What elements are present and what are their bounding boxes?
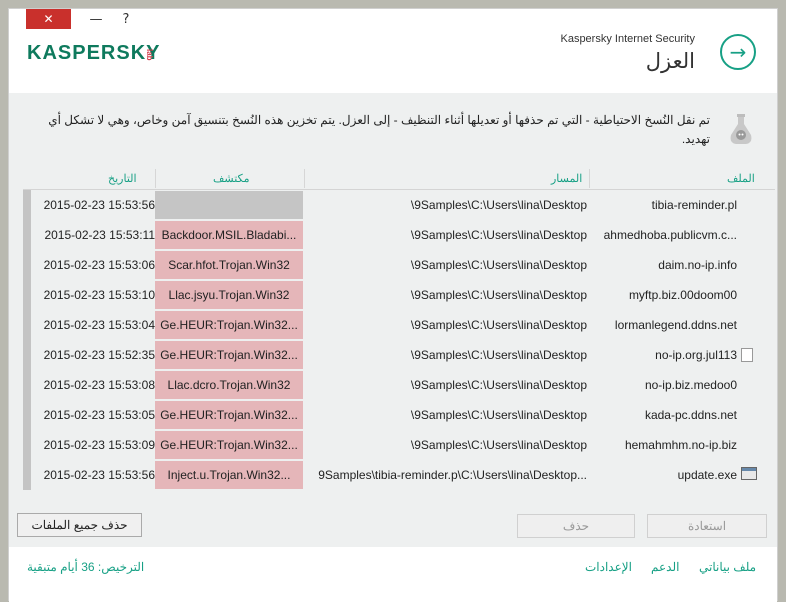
- row-selection-bar: [23, 190, 31, 220]
- row-selection-bar: [23, 250, 31, 280]
- row-detector: Ge.HEUR:Trojan.Win32...: [155, 311, 303, 339]
- row-detector: Llac.dcro.Trojan.Win32: [155, 371, 303, 399]
- table-body: 2015-02-23 15:53:56 \9Samples\C:\Users\li…: [23, 189, 775, 490]
- app-title: Kaspersky Internet Security: [560, 33, 695, 45]
- restore-button[interactable]: استعادة: [647, 514, 767, 538]
- table-row[interactable]: 2015-02-23 15:53:05 Ge.HEUR:Trojan.Win32.…: [23, 400, 775, 430]
- row-file-name: update.exe: [677, 468, 737, 482]
- row-detector: Ge.HEUR:Trojan.Win32...: [155, 431, 303, 459]
- row-detector: Llac.jsyu.Trojan.Win32: [155, 281, 303, 309]
- row-file-name: myftp.biz.00doom00: [628, 288, 737, 302]
- row-date: 2015-02-23 15:53:08: [43, 378, 155, 392]
- row-path: \9Samples\C:\Users\lina\Desktop: [410, 318, 587, 332]
- row-detector: Ge.HEUR:Trojan.Win32...: [155, 341, 303, 369]
- arrow-right-icon: →: [729, 40, 747, 64]
- row-date: 2015-02-23 15:53:04: [43, 318, 155, 332]
- row-file-name: kada-pc.ddns.net: [644, 408, 737, 422]
- row-detector: [155, 191, 303, 219]
- row-selection-bar: [23, 280, 31, 310]
- row-date: 2015-02-23 15:53:09: [43, 438, 155, 452]
- row-detector: Inject.u.Trojan.Win32...: [155, 461, 303, 489]
- license-days-remaining[interactable]: الترخيص: 36 أيام متبقية: [27, 560, 144, 574]
- info-message: تم نقل النُسخ الاحتياطية - التي تم حذفها…: [48, 113, 710, 146]
- row-date: 2015-02-23 15:53:56: [43, 468, 155, 482]
- row-file-name: no-ip.org.jul113: [655, 348, 737, 362]
- table-row[interactable]: 2015-02-23 15:53:10 Llac.jsyu.Trojan.Win3…: [23, 280, 775, 310]
- row-selection-bar: [23, 400, 31, 430]
- row-date: 2015-02-23 15:53:10: [43, 288, 155, 302]
- quarantine-content: تم نقل النُسخ الاحتياطية - التي تم حذفها…: [9, 93, 777, 547]
- row-date: 2015-02-23 15:53:06: [43, 258, 155, 272]
- row-detector: Backdoor.MSIL.Bladabi...: [155, 221, 303, 249]
- table-header: التاريخ مكتشف المسار الملف: [23, 169, 775, 189]
- table-row[interactable]: 2015-02-23 15:53:04 Ge.HEUR:Trojan.Win32.…: [23, 310, 775, 340]
- column-divider[interactable]: [589, 169, 590, 188]
- minimize-button[interactable]: —: [87, 9, 105, 29]
- kaspersky-lab-logo: lab: [145, 49, 154, 61]
- footer: الترخيص: 36 أيام متبقية الإعدادات الدعم …: [9, 547, 777, 602]
- table-row[interactable]: 2015-02-23 15:53:56 Inject.u.Trojan.Win32…: [23, 460, 775, 490]
- document-icon: [741, 348, 753, 362]
- column-divider[interactable]: [304, 169, 305, 188]
- help-button[interactable]: ?: [119, 9, 133, 29]
- row-selection-bar: [23, 430, 31, 460]
- column-header-date[interactable]: التاريخ: [108, 172, 137, 185]
- row-path: \9Samples\C:\Users\lina\Desktop: [410, 408, 587, 422]
- row-path: \9Samples\C:\Users\lina\Desktop: [410, 258, 587, 272]
- row-selection-bar: [23, 460, 31, 490]
- row-date: 2015-02-23 15:52:35: [43, 348, 155, 362]
- row-file-name: no-ip.biz.medoo0: [644, 378, 737, 392]
- row-file-name: lormanlegend.ddns.net: [614, 318, 737, 332]
- row-selection-bar: [23, 220, 31, 250]
- row-file-name: daim.no-ip.info: [658, 258, 737, 272]
- column-divider[interactable]: [155, 169, 156, 188]
- row-selection-bar: [23, 340, 31, 370]
- row-path: 9Samples\tibia-reminder.p\C:\Users\lina\…: [318, 468, 587, 482]
- row-selection-bar: [23, 370, 31, 400]
- row-path: \9Samples\C:\Users\lina\Desktop: [410, 378, 587, 392]
- table-row[interactable]: 2015-02-23 15:53:09 Ge.HEUR:Trojan.Win32.…: [23, 430, 775, 460]
- row-date: 2015-02-23 15:53:56: [43, 198, 155, 212]
- row-path: \9Samples\C:\Users\lina\Desktop: [410, 438, 587, 452]
- row-detector: Ge.HEUR:Trojan.Win32...: [155, 401, 303, 429]
- column-header-path[interactable]: المسار: [551, 172, 582, 185]
- support-link[interactable]: الدعم: [651, 560, 679, 574]
- forward-arrow-button[interactable]: →: [720, 34, 756, 70]
- row-date: 2015-02-23 15:53:05: [43, 408, 155, 422]
- row-path: \9Samples\C:\Users\lina\Desktop: [410, 228, 587, 242]
- row-detector: Scar.hfot.Trojan.Win32: [155, 251, 303, 279]
- column-header-file[interactable]: الملف: [727, 172, 755, 185]
- row-file-name: ahmedhoba.publicvm.c...: [603, 228, 737, 242]
- row-file-name: tibia-reminder.pl: [651, 198, 737, 212]
- page-title: العزل: [645, 50, 695, 73]
- row-file-name: hemahmhm.no-ip.biz: [624, 438, 737, 452]
- close-button[interactable]: ✕: [26, 9, 71, 29]
- table-row[interactable]: 2015-02-23 15:52:35 Ge.HEUR:Trojan.Win32.…: [23, 340, 775, 370]
- column-header-detector[interactable]: مكتشف: [213, 172, 250, 185]
- quarantine-table: التاريخ مكتشف المسار الملف 2015-02-23 15…: [23, 169, 775, 490]
- row-path: \9Samples\C:\Users\lina\Desktop: [410, 348, 587, 362]
- row-path: \9Samples\C:\Users\lina\Desktop: [410, 288, 587, 302]
- kaspersky-logo: KASPERSKY: [27, 42, 161, 64]
- row-date: 2015-02-23 15:53:11: [44, 228, 155, 242]
- row-selection-bar: [23, 310, 31, 340]
- row-path: \9Samples\C:\Users\lina\Desktop: [410, 198, 587, 212]
- delete-all-files-button[interactable]: حذف جميع الملفات: [17, 513, 142, 537]
- my-profile-link[interactable]: ملف بياناتي: [699, 560, 756, 574]
- table-row[interactable]: 2015-02-23 15:53:11 Backdoor.MSIL.Bladabi…: [23, 220, 775, 250]
- quarantine-window: ✕ — ? KASPERSKY lab Kaspersky Internet S…: [8, 8, 778, 602]
- application-icon: [741, 467, 757, 480]
- delete-button[interactable]: حذف: [517, 514, 635, 538]
- table-row[interactable]: 2015-02-23 15:53:08 Llac.dcro.Trojan.Win3…: [23, 370, 775, 400]
- settings-link[interactable]: الإعدادات: [585, 560, 632, 574]
- table-row[interactable]: 2015-02-23 15:53:56 \9Samples\C:\Users\li…: [23, 190, 775, 220]
- flask-icon: [730, 114, 752, 144]
- table-row[interactable]: 2015-02-23 15:53:06 Scar.hfot.Trojan.Win3…: [23, 250, 775, 280]
